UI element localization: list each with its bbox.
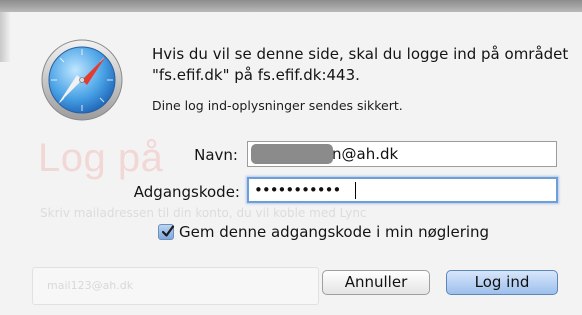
- checkmark-icon: [161, 225, 175, 237]
- username-visible-text: n@ah.dk: [332, 145, 399, 163]
- remember-password-checkbox[interactable]: [158, 224, 175, 240]
- login-button[interactable]: Log ind: [446, 270, 558, 295]
- redacted-username-part: [251, 144, 333, 164]
- password-label: Adgangskode:: [133, 183, 240, 201]
- secure-note: Dine log ind-oplysninger sendes sikkert.: [152, 98, 403, 113]
- remember-password-label[interactable]: Gem denne adgangskode i min nøglering: [179, 223, 489, 241]
- password-input[interactable]: •••••••••••: [247, 177, 558, 203]
- dialog-message: Hvis du vil se denne side, skal du logge…: [152, 45, 569, 84]
- text-caret: [355, 182, 356, 199]
- login-dialog: Hvis du vil se denne side, skal du logge…: [0, 0, 582, 315]
- password-mask: •••••••••••: [254, 181, 341, 199]
- cancel-button[interactable]: Annuller: [322, 270, 430, 295]
- username-label: Navn:: [194, 146, 238, 164]
- username-input[interactable]: n@ah.dk: [247, 141, 557, 167]
- safari-compass-icon: [40, 38, 124, 122]
